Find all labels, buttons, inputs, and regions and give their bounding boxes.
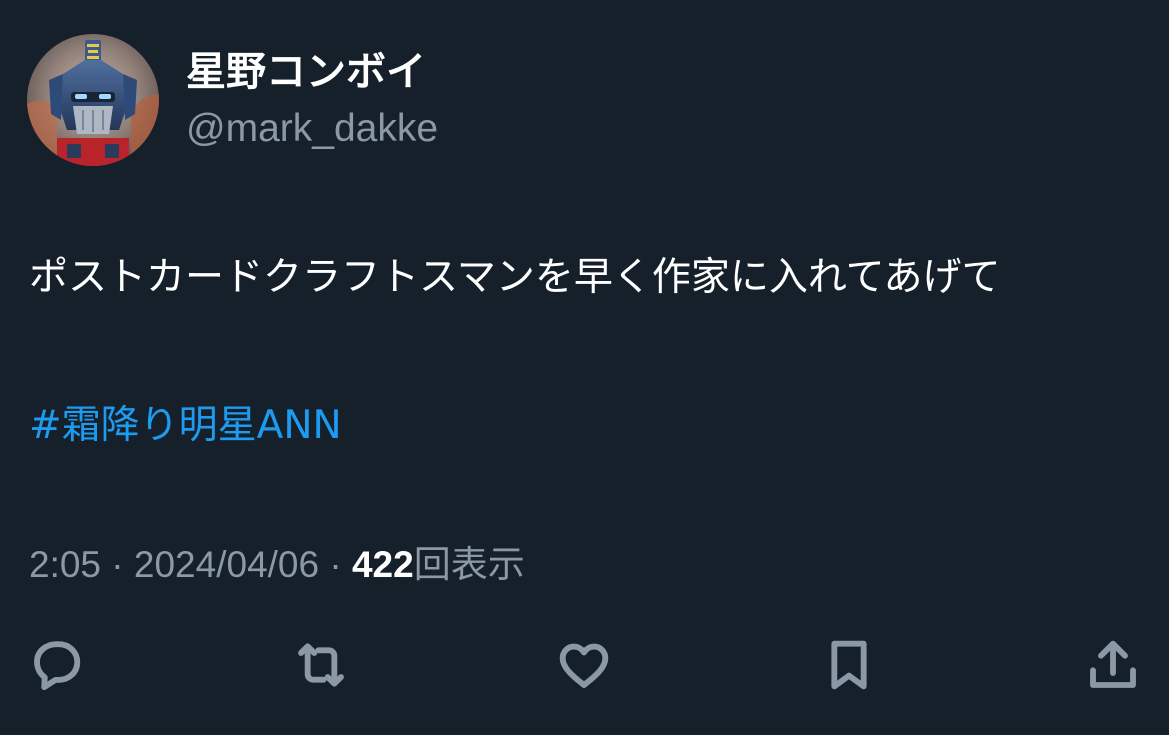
author-display-name[interactable]: 星野コンボイ (186, 44, 426, 100)
bookmark-icon (831, 640, 867, 690)
tweet-date[interactable]: 2024/04/06 (134, 544, 319, 585)
views-label: 回表示 (413, 544, 525, 585)
retweet-icon (298, 643, 344, 687)
like-button[interactable] (552, 632, 616, 698)
meta-separator: · (111, 544, 124, 585)
views-count: 422 (351, 544, 414, 585)
author-avatar[interactable] (27, 34, 159, 166)
tweet-text: ポストカードクラフトスマンを早く作家に入れてあげて (29, 255, 1001, 300)
author-handle[interactable]: @mark_dakke (186, 104, 438, 154)
action-bar (0, 632, 1169, 702)
retweet-button[interactable] (289, 632, 353, 698)
reply-button[interactable] (25, 632, 89, 698)
reply-icon (34, 641, 81, 691)
tweet-meta: 2:05 · 2024/04/06 · 422回表示 (29, 540, 525, 590)
share-icon (1090, 640, 1136, 688)
share-button[interactable] (1081, 632, 1145, 698)
meta-separator: · (329, 544, 342, 585)
tweet-time[interactable]: 2:05 (29, 544, 101, 585)
hashtag-link[interactable]: #霜降り明星ANN (29, 394, 342, 458)
heart-icon (559, 643, 609, 688)
bookmark-button[interactable] (817, 632, 881, 698)
robot-avatar-icon (27, 34, 159, 166)
